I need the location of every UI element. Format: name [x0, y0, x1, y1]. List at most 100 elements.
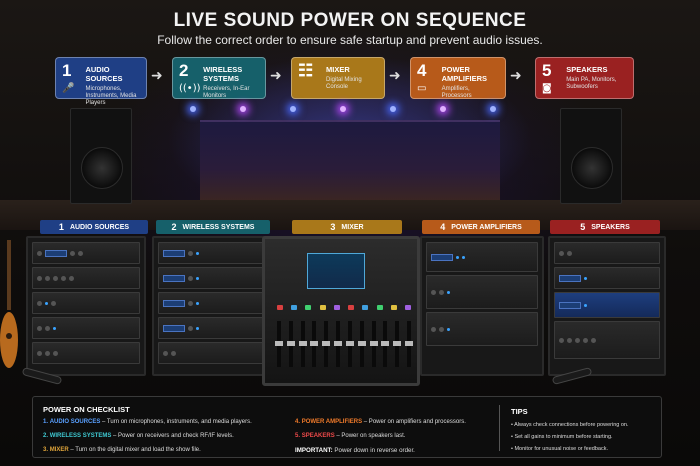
checklist-item-text: – Power on amplifiers and processors.: [362, 419, 466, 425]
rack-label-wireless-systems: 2 WIRELESS SYSTEMS: [156, 220, 270, 234]
wireless-icon: ((•)): [179, 83, 201, 94]
arrow-right-icon: ➜: [151, 68, 163, 84]
connector: [575, 337, 580, 343]
rack-unit: [32, 342, 140, 364]
tip-item: • Always check connections before poweri…: [511, 422, 629, 428]
rack-label-name: MIXER: [341, 223, 364, 231]
mixer-button: [404, 305, 411, 310]
knob: [431, 326, 436, 332]
tips-title: TIPS: [511, 407, 528, 416]
rack-unit: [32, 292, 140, 314]
knob: [188, 250, 193, 256]
rack-unit: [32, 317, 140, 339]
rack-label-name: AUDIO SOURCES: [69, 223, 130, 231]
step-mixer: ☷ MIXER Digital Mixing Console: [291, 57, 385, 99]
checklist-item-number: 5.: [295, 433, 301, 439]
speaker-icon: ◙: [542, 83, 552, 94]
knob: [37, 275, 42, 281]
knob: [53, 275, 58, 281]
knob: [61, 275, 66, 281]
checklist-item-text: – Turn on microphones, instruments, and …: [100, 419, 252, 425]
unit-display: [163, 299, 185, 307]
stage-light: [240, 106, 246, 112]
fader: [298, 321, 307, 367]
knob: [37, 325, 42, 331]
rack-label-name: POWER AMPLIFIERS: [451, 223, 522, 231]
rack-unit: [158, 242, 264, 264]
rack-label-name: WIRELESS SYSTEMS: [182, 223, 255, 231]
rack-label-audio-sources: 1 AUDIO SOURCES: [40, 220, 148, 234]
knob: [171, 350, 176, 356]
power-on-checklist: POWER ON CHECKLIST 1. AUDIO SOURCES – Tu…: [32, 396, 662, 458]
step-speakers: 5 ◙ SPEAKERS Main PA, Monitors, Subwoofe…: [535, 57, 634, 99]
mixer-button: [319, 305, 326, 310]
rack-unit: [158, 292, 264, 314]
knob: [51, 300, 56, 306]
rack-unit: [32, 242, 140, 264]
knob: [37, 350, 42, 356]
status-led: [584, 303, 587, 307]
status-led: [456, 255, 459, 259]
knob: [188, 325, 193, 331]
rack-unit: [426, 275, 538, 309]
fader: [393, 321, 402, 367]
knob: [45, 325, 50, 331]
knob: [567, 250, 572, 256]
important-text: Power down in reverse order.: [332, 447, 415, 454]
checklist-item-number: 2.: [43, 433, 49, 439]
rack-unit: [158, 317, 264, 339]
connector: [583, 337, 588, 343]
stage-light: [440, 106, 446, 112]
tip-item: • Set all gains to minimum before starti…: [511, 434, 613, 440]
unit-display: [431, 253, 453, 261]
rack-unit: [158, 342, 264, 364]
fader: [381, 321, 390, 367]
step-desc: Amplifiers, Processors: [441, 86, 472, 99]
step-power-amplifiers: 4 ▭ POWER AMPLIFIERS Amplifiers, Process…: [410, 57, 506, 99]
rack-unit: [426, 312, 538, 346]
mixer-button: [348, 305, 355, 310]
mixer-button: [362, 305, 369, 310]
knob: [163, 350, 168, 356]
mixer-button: [291, 305, 298, 310]
unit-display: [163, 274, 185, 282]
rack-label-name: SPEAKERS: [591, 223, 630, 231]
unit-display: [45, 249, 67, 257]
unit-display: [163, 249, 185, 257]
rack-wireless-systems: [152, 236, 270, 376]
fader: [275, 321, 283, 367]
mixer-faders: [275, 321, 413, 367]
knob: [188, 300, 193, 306]
important-label: IMPORTANT:: [295, 447, 333, 454]
fader: [322, 321, 331, 367]
checklist-item-name: SPEAKERS: [301, 433, 335, 439]
digital-mixer: [262, 236, 420, 386]
checklist-item-text: – Power on receivers and check RF/IF lev…: [111, 433, 234, 439]
amplifier-icon: ▭: [417, 83, 427, 94]
page-title: LIVE SOUND POWER ON SEQUENCE: [173, 10, 527, 31]
mic-icon: 🎤: [62, 83, 75, 94]
rack-unit: [554, 242, 660, 264]
checklist-item-name: AUDIO SOURCES: [49, 419, 101, 425]
step-desc: Microphones, Instruments, Media Players: [85, 86, 137, 106]
checklist-item-name: WIRELESS SYSTEMS: [49, 433, 112, 439]
rack-unit: [554, 267, 660, 289]
status-led: [462, 255, 465, 259]
mixer-touchscreen: [307, 253, 365, 289]
rack-label-number: 1: [58, 222, 64, 232]
step-name: SPEAKERS: [566, 65, 608, 74]
stage-light: [490, 106, 496, 112]
rack-label-mixer: 3 MIXER: [292, 220, 402, 234]
rack-label-number: 2: [171, 222, 177, 232]
connector: [591, 337, 596, 343]
mixer-button: [305, 305, 312, 310]
step-name: MIXER: [326, 65, 350, 74]
rack-speakers: [548, 236, 666, 376]
knob: [188, 275, 193, 281]
rack-unit: [554, 321, 660, 359]
sliders-icon: ☷: [298, 61, 314, 80]
status-led: [584, 276, 587, 280]
tip-item: • Monitor for unusual noise or feedback.: [511, 446, 609, 452]
step-desc: Digital Mixing Console: [326, 77, 362, 90]
fader: [357, 321, 366, 367]
